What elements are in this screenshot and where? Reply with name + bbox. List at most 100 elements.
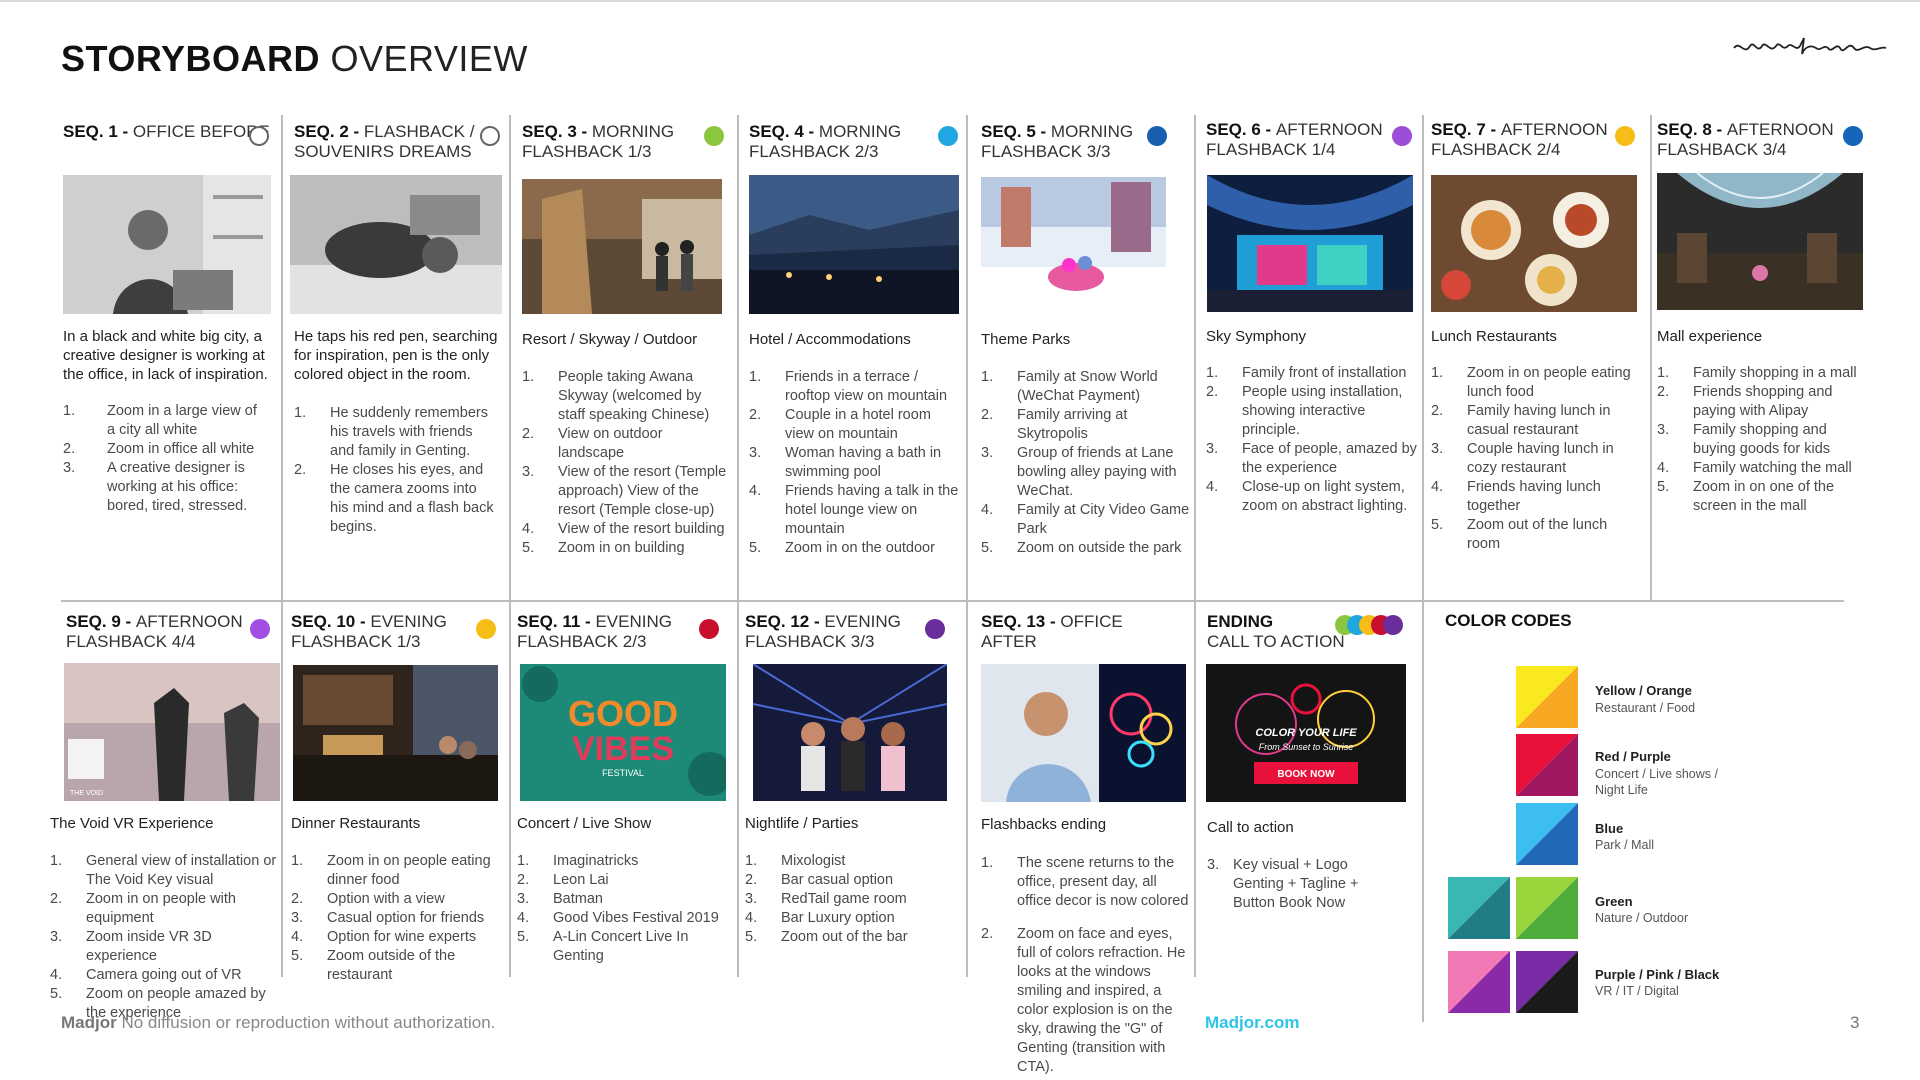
list-item: 2. People using installation, showing int… — [1206, 384, 1403, 438]
list-item: 1. General view of installation or The Vo… — [50, 853, 277, 888]
seq-thumbnail — [293, 665, 498, 801]
list-item: 2. Zoom on face and eyes, full of colors … — [981, 926, 1186, 1075]
list-item: 4. View of the resort building — [522, 521, 725, 537]
list-item: 3. Zoom inside VR 3D experience — [50, 929, 212, 964]
list-item: 4. Good Vibes Festival 2019 — [517, 910, 719, 926]
seq-header: ENDING CALL TO ACTION — [1207, 612, 1345, 651]
swatch-pink — [1448, 951, 1510, 1013]
seq-item-list: 1. Family at Snow World (WeChat Payment) … — [981, 368, 1191, 558]
list-item: 5. A-Lin Concert Live In Genting — [517, 929, 689, 964]
seq-caption: Mall experience — [1657, 328, 1763, 345]
list-item: 1. People taking Awana Skyway (welcomed b… — [522, 369, 710, 423]
seq-caption: Resort / Skyway / Outdoor — [522, 331, 698, 348]
seq-caption: The Void VR Experience — [50, 815, 214, 832]
seq-header: SEQ. 3 - MORNING FLASHBACK 1/3 — [522, 122, 675, 161]
swatch-yellow-orange — [1516, 666, 1578, 728]
seq-thumbnail — [63, 175, 271, 314]
color-code-name: Green — [1595, 894, 1633, 909]
seq-item-list: 1. Friends in a terrace / rooftop view on… — [749, 368, 961, 558]
seq-caption: In a black and white big city, a creativ… — [63, 328, 268, 383]
col-divider — [281, 602, 283, 977]
col-divider — [509, 602, 511, 977]
list-item: 5. Zoom on outside the park — [981, 540, 1182, 556]
seq-caption: He taps his red pen, searching for inspi… — [294, 328, 498, 383]
col-divider — [737, 115, 739, 600]
color-dot — [925, 619, 945, 639]
seq-caption: Sky Symphony — [1206, 328, 1307, 345]
row-divider — [61, 600, 1844, 602]
svg-text:GOOD: GOOD — [568, 693, 678, 734]
seq-6-card: SEQ. 6 - AFTERNOON FLASHBACK 1/4 Sky Symp… — [1206, 120, 1418, 590]
color-code-desc: Restaurant / Food — [1595, 701, 1696, 715]
color-code-desc: VR / IT / Digital — [1595, 984, 1679, 998]
col-divider — [1422, 115, 1424, 600]
seq-caption: Lunch Restaurants — [1431, 328, 1557, 345]
color-code-name: Purple / Pink / Black — [1595, 967, 1720, 982]
list-item: 1. Family shopping in a mall — [1657, 365, 1857, 381]
seq-header: SEQ. 10 - EVENING FLASHBACK 1/3 — [291, 612, 447, 651]
list-item: 2. He closes his eyes, and the camera zoo… — [294, 462, 494, 535]
list-item: 5. Zoom out of the bar — [745, 929, 908, 945]
seq-caption: Dinner Restaurants — [291, 815, 421, 832]
svg-text:THE VOID: THE VOID — [70, 790, 103, 797]
seq-thumbnail: GOOD VIBES FESTIVAL — [520, 664, 726, 801]
list-item: 1. Mixologist — [745, 853, 846, 869]
seq-3-card: SEQ. 3 - MORNING FLASHBACK 1/3 Resort / S… — [522, 122, 732, 592]
seq-12-card: SEQ. 12 - EVENING FLASHBACK 3/3 Nightlife… — [745, 612, 957, 1012]
col-divider — [509, 115, 511, 600]
multicolor-dots — [1335, 615, 1415, 635]
seq-thumbnail — [1207, 175, 1413, 312]
seq-caption: Nightlife / Parties — [745, 815, 859, 832]
list-item: 3. A creative designer is working at his … — [63, 460, 248, 514]
color-code-desc: Concert / Live shows / Night Life — [1595, 767, 1718, 797]
seq-5-card: SEQ. 5 - MORNING FLASHBACK 3/3 Theme Park… — [981, 122, 1191, 592]
seq-header: SEQ. 4 - MORNING FLASHBACK 2/3 — [749, 122, 902, 161]
seq-2-card: SEQ. 2 - FLASHBACK / SOUVENIRS DREAMS He … — [290, 122, 504, 592]
seq-thumbnail — [749, 175, 959, 314]
seq-caption: Call to action — [1207, 819, 1294, 836]
color-dot — [476, 619, 496, 639]
footer-website-link[interactable]: Madjor.com — [1205, 1013, 1299, 1033]
list-item: 1. Friends in a terrace / rooftop view on… — [749, 369, 948, 404]
col-divider — [1194, 115, 1196, 600]
seq-thumbnail — [981, 664, 1186, 802]
list-item: 1. He suddenly remembers his travels with… — [294, 405, 488, 459]
list-item: 2. Option with a view — [291, 891, 445, 907]
list-item: 3. Woman having a bath in swimming pool — [749, 445, 942, 480]
seq-item-list: 1. Mixologist 2. Bar casual option 3. RedTa… — [745, 852, 957, 947]
seq-caption: Hotel / Accommodations — [749, 331, 911, 348]
seq-item-list: 1. Zoom in a large view of a city all whi… — [63, 402, 263, 516]
seq-header: SEQ. 1 - OFFICE BEFORE — [63, 122, 270, 141]
list-item: 4. Camera going out of VR — [50, 967, 242, 983]
list-item: 3. Key visual + Logo Genting + Tagline + … — [1207, 857, 1359, 911]
swatch-green — [1516, 877, 1578, 939]
list-item: 1. Zoom in on people eating lunch food — [1431, 365, 1631, 400]
list-item: 4. Friends having lunch together — [1431, 479, 1601, 514]
color-dot — [699, 619, 719, 639]
seq-8-card: SEQ. 8 - AFTERNOON FLASHBACK 3/4 Mall exp… — [1657, 120, 1869, 590]
list-item: 1. Imaginatricks — [517, 853, 639, 869]
list-item: 1. Family front of installation — [1206, 365, 1407, 381]
seq-thumbnail — [290, 175, 502, 314]
color-dot — [1383, 615, 1403, 635]
seq-item-list: 1. People taking Awana Skyway (welcomed b… — [522, 368, 732, 558]
list-item: 3. Batman — [517, 891, 603, 907]
seq-item-list: 1. Zoom in on people eating lunch food 2.… — [1431, 364, 1643, 554]
madjor-logo — [1733, 37, 1887, 55]
seq-4-card: SEQ. 4 - MORNING FLASHBACK 2/3 Hotel / Ac… — [749, 122, 961, 592]
seq-header: SEQ. 13 - OFFICE AFTER — [981, 612, 1123, 651]
seq-item-list: 1. General view of installation or The Vo… — [50, 852, 280, 1023]
color-code-name: Blue — [1595, 821, 1624, 836]
color-dot — [250, 619, 270, 639]
list-item: 1. Family at Snow World (WeChat Payment) — [981, 369, 1158, 404]
list-item: 4. Family at City Video Game Park — [981, 502, 1190, 537]
col-divider — [1422, 602, 1424, 1022]
seq-header: SEQ. 7 - AFTERNOON FLASHBACK 2/4 — [1431, 120, 1608, 159]
col-divider — [281, 115, 283, 600]
seq-11-card: SEQ. 11 - EVENING FLASHBACK 2/3 GOOD VIBES… — [517, 612, 729, 1012]
seq-header: SEQ. 9 - AFTERNOON FLASHBACK 4/4 — [66, 612, 243, 651]
seq-header: SEQ. 2 - FLASHBACK / SOUVENIRS DREAMS — [294, 122, 475, 161]
color-dot — [704, 126, 724, 146]
list-item: 2. View on outdoor landscape — [522, 426, 663, 461]
list-item: 4. Bar Luxury option — [745, 910, 895, 926]
